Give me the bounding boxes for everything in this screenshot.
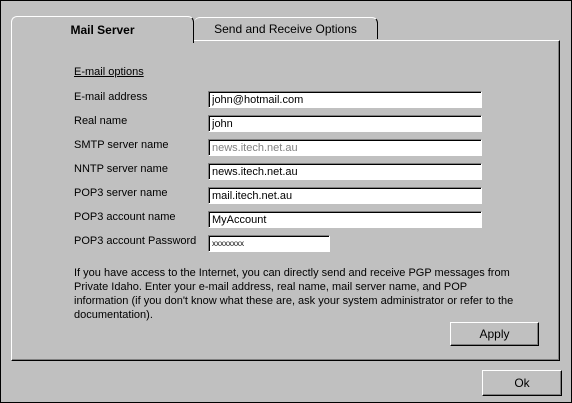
section-title: E-mail options <box>74 66 144 78</box>
pop3-server-label: POP3 server name <box>74 187 168 199</box>
apply-button[interactable]: Apply <box>450 322 539 346</box>
pop3-server-field[interactable] <box>208 187 482 204</box>
ok-button[interactable]: Ok <box>482 370 562 396</box>
pop3-password-field[interactable] <box>208 235 330 252</box>
info-text: If you have access to the Internet, you … <box>74 267 514 321</box>
tab-mail-server[interactable]: Mail Server <box>11 16 194 43</box>
smtp-server-field <box>208 139 482 156</box>
pop3-password-label: POP3 account Password <box>74 235 197 247</box>
pop3-account-field[interactable] <box>208 211 482 228</box>
real-name-field[interactable] <box>208 115 482 132</box>
email-address-field[interactable] <box>208 91 482 108</box>
tab-send-receive-options[interactable]: Send and Receive Options <box>194 17 378 39</box>
nntp-server-label: NNTP server name <box>74 163 168 175</box>
smtp-server-label: SMTP server name <box>74 139 169 151</box>
nntp-server-field[interactable] <box>208 163 482 180</box>
real-name-label: Real name <box>74 115 128 127</box>
email-address-label: E-mail address <box>74 91 148 103</box>
pop3-account-label: POP3 account name <box>74 211 176 223</box>
